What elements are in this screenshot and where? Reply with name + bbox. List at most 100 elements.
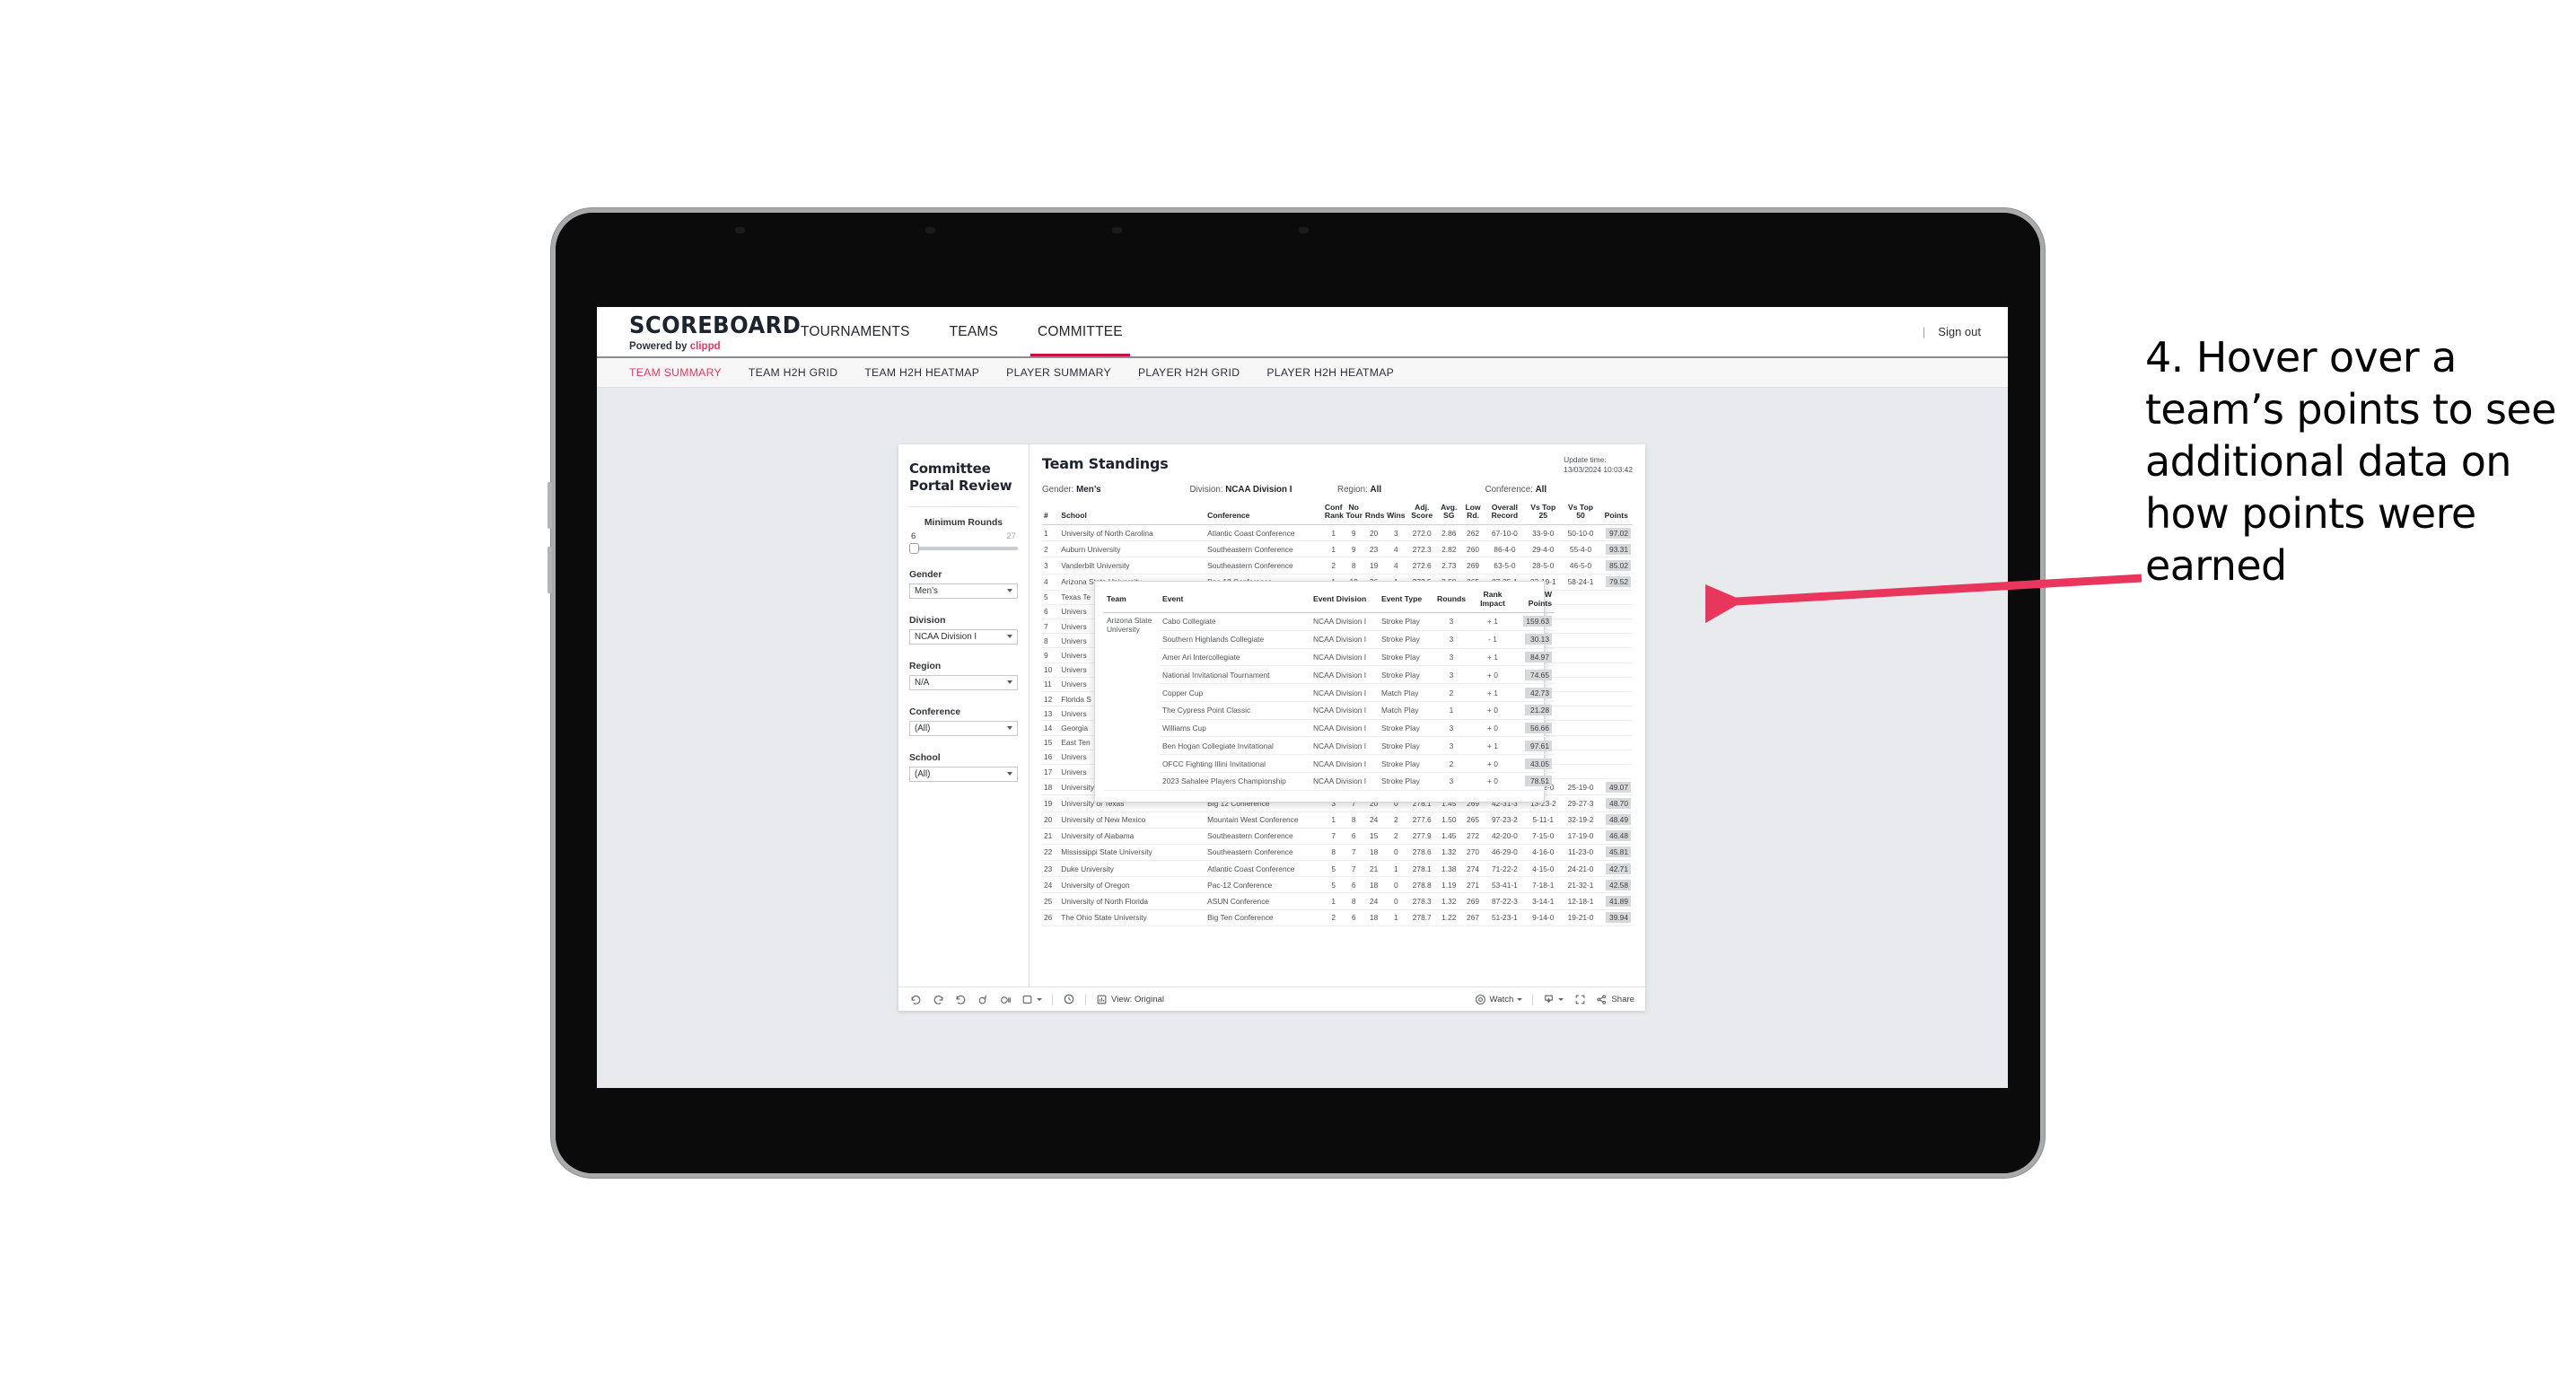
cell-points[interactable] bbox=[1599, 604, 1633, 620]
cell-points[interactable] bbox=[1599, 677, 1633, 693]
cell-points[interactable] bbox=[1599, 720, 1633, 736]
col-low-rd[interactable]: Low Rd. bbox=[1461, 503, 1485, 525]
table-row[interactable]: 22 Mississippi State University Southeaste… bbox=[1042, 844, 1633, 862]
points-value[interactable]: 49.07 bbox=[1606, 781, 1631, 793]
col-school[interactable]: School bbox=[1059, 503, 1206, 525]
points-value[interactable]: 39.94 bbox=[1606, 912, 1631, 924]
table-row[interactable]: 3 Vanderbilt University Southeastern Confe… bbox=[1042, 557, 1633, 575]
table-row[interactable]: 21 University of Alabama Southeastern Conf… bbox=[1042, 828, 1633, 845]
cell-t25: 4-16-0 bbox=[1524, 844, 1562, 862]
fullscreen-icon[interactable] bbox=[1573, 993, 1586, 1005]
points-value[interactable]: 42.71 bbox=[1606, 863, 1631, 874]
cell-points[interactable] bbox=[1599, 633, 1633, 649]
cell-points[interactable]: 85.02 bbox=[1599, 557, 1633, 575]
col-adj-score[interactable]: Adj. Score bbox=[1407, 503, 1437, 525]
points-value[interactable]: 85.02 bbox=[1606, 559, 1631, 571]
col-no-tour[interactable]: No Tour bbox=[1344, 503, 1363, 525]
minimum-rounds-slider[interactable] bbox=[909, 542, 1018, 554]
tab-team-h2h-heatmap[interactable]: TEAM H2H HEATMAP bbox=[864, 366, 979, 379]
download-button[interactable] bbox=[1543, 994, 1564, 1005]
cell-points[interactable] bbox=[1599, 764, 1633, 780]
cell-points[interactable]: 48.49 bbox=[1599, 811, 1633, 829]
view-mode-dropdown[interactable] bbox=[1021, 994, 1042, 1005]
cell-points[interactable]: 45.81 bbox=[1599, 844, 1633, 862]
col-rnds[interactable]: Rnds bbox=[1362, 503, 1385, 525]
table-row[interactable]: 26 The Ohio State University Big Ten Confe… bbox=[1042, 909, 1633, 926]
cell-points[interactable]: 46.48 bbox=[1599, 828, 1633, 845]
refresh-icon[interactable] bbox=[977, 993, 989, 1005]
points-value[interactable]: 42.58 bbox=[1606, 879, 1631, 890]
table-row[interactable]: 2 Auburn University Southeastern Conferenc… bbox=[1042, 540, 1633, 558]
cell-points[interactable]: 97.02 bbox=[1599, 524, 1633, 542]
points-value[interactable]: 48.49 bbox=[1606, 814, 1631, 826]
cell-school: University of North Carolina bbox=[1059, 524, 1206, 542]
tab-player-h2h-grid[interactable]: PLAYER H2H GRID bbox=[1138, 366, 1240, 379]
brand-logo[interactable]: SCOREBOARD Powered by clippd bbox=[597, 307, 801, 356]
pause-updates-icon[interactable] bbox=[999, 993, 1012, 1005]
points-value[interactable]: 45.81 bbox=[1606, 847, 1631, 858]
view-original-button[interactable]: View: Original bbox=[1096, 994, 1164, 1005]
cell-rnds: 23 bbox=[1362, 540, 1385, 558]
share-button[interactable]: Share bbox=[1596, 994, 1634, 1005]
table-row[interactable]: 1 University of North Carolina Atlantic Co… bbox=[1042, 524, 1633, 542]
gender-select[interactable]: Men’s bbox=[909, 583, 1018, 599]
cell-points[interactable]: 41.89 bbox=[1599, 892, 1633, 910]
col-rank[interactable]: # bbox=[1042, 503, 1060, 525]
col-vs-top-25[interactable]: Vs Top 25 bbox=[1524, 503, 1562, 525]
app-screen: SCOREBOARD Powered by clippd TOURNAMENTS… bbox=[597, 307, 2008, 1088]
col-wins[interactable]: Wins bbox=[1384, 503, 1408, 525]
cell-t50: 24-21-0 bbox=[1561, 860, 1600, 878]
points-value[interactable]: 79.52 bbox=[1606, 576, 1631, 588]
cell-points[interactable]: 93.31 bbox=[1599, 540, 1633, 558]
nav-item-teams[interactable]: TEAMS bbox=[930, 307, 1018, 356]
table-row[interactable]: 23 Duke University Atlantic Coast Conferen… bbox=[1042, 860, 1633, 878]
revert-icon[interactable] bbox=[954, 993, 967, 1005]
tab-player-h2h-heatmap[interactable]: PLAYER H2H HEATMAP bbox=[1266, 366, 1394, 379]
sign-out-link[interactable]: Sign out bbox=[1938, 325, 1981, 338]
tab-player-summary[interactable]: PLAYER SUMMARY bbox=[1006, 366, 1111, 379]
col-overall-record[interactable]: Overall Record bbox=[1484, 503, 1525, 525]
conference-select[interactable]: (All) bbox=[909, 720, 1018, 736]
cell-points[interactable] bbox=[1599, 706, 1633, 722]
cell-points[interactable]: 39.94 bbox=[1599, 909, 1633, 926]
minimum-rounds-slider-handle[interactable] bbox=[909, 542, 919, 554]
points-value[interactable]: 46.48 bbox=[1606, 830, 1631, 842]
cell-points[interactable] bbox=[1599, 662, 1633, 678]
tab-team-summary[interactable]: TEAM SUMMARY bbox=[629, 366, 722, 379]
cell-points[interactable]: 42.71 bbox=[1599, 860, 1633, 878]
undo-icon[interactable] bbox=[909, 993, 922, 1005]
cell-points[interactable] bbox=[1599, 691, 1633, 707]
tab-team-h2h-grid[interactable]: TEAM H2H GRID bbox=[749, 366, 837, 379]
cell-points[interactable]: 49.07 bbox=[1599, 778, 1633, 796]
cell-school: The Ohio State University bbox=[1059, 909, 1206, 926]
table-row[interactable]: 24 University of Oregon Pac-12 Conference 5… bbox=[1042, 876, 1633, 894]
cell-points[interactable] bbox=[1599, 647, 1633, 663]
col-vs-top-50[interactable]: Vs Top 50 bbox=[1561, 503, 1600, 525]
division-select[interactable]: NCAA Division I bbox=[909, 628, 1018, 645]
table-row[interactable]: 20 University of New Mexico Mountain West … bbox=[1042, 811, 1633, 829]
cell-points[interactable]: 42.58 bbox=[1599, 876, 1633, 894]
nav-item-committee[interactable]: COMMITTEE bbox=[1018, 307, 1143, 356]
cell-points[interactable] bbox=[1599, 750, 1633, 765]
cell-points[interactable]: 48.70 bbox=[1599, 794, 1633, 812]
col-points[interactable]: Points bbox=[1599, 503, 1633, 525]
redo-icon[interactable] bbox=[932, 993, 944, 1005]
col-conf-rank[interactable]: Conf Rank bbox=[1322, 503, 1345, 525]
table-row[interactable]: 25 University of North Florida ASUN Confer… bbox=[1042, 892, 1633, 910]
region-select[interactable]: N/A bbox=[909, 674, 1018, 690]
cell-n: 3 bbox=[1042, 557, 1060, 575]
history-icon[interactable] bbox=[1063, 993, 1075, 1005]
points-value[interactable]: 97.02 bbox=[1606, 527, 1631, 539]
col-conference[interactable]: Conference bbox=[1205, 503, 1323, 525]
points-value[interactable]: 48.70 bbox=[1606, 797, 1631, 809]
cell-points[interactable] bbox=[1599, 590, 1633, 605]
watch-button[interactable]: Watch bbox=[1475, 994, 1523, 1005]
school-select[interactable]: (All) bbox=[909, 766, 1018, 782]
col-avg-sg[interactable]: Avg. SG bbox=[1436, 503, 1462, 525]
cell-points[interactable] bbox=[1599, 618, 1633, 635]
cell-points[interactable] bbox=[1599, 735, 1633, 750]
points-value[interactable]: 93.31 bbox=[1606, 543, 1631, 555]
cell-points[interactable]: 79.52 bbox=[1599, 574, 1633, 591]
nav-item-tournaments[interactable]: TOURNAMENTS bbox=[781, 307, 930, 356]
points-value[interactable]: 41.89 bbox=[1606, 896, 1631, 908]
